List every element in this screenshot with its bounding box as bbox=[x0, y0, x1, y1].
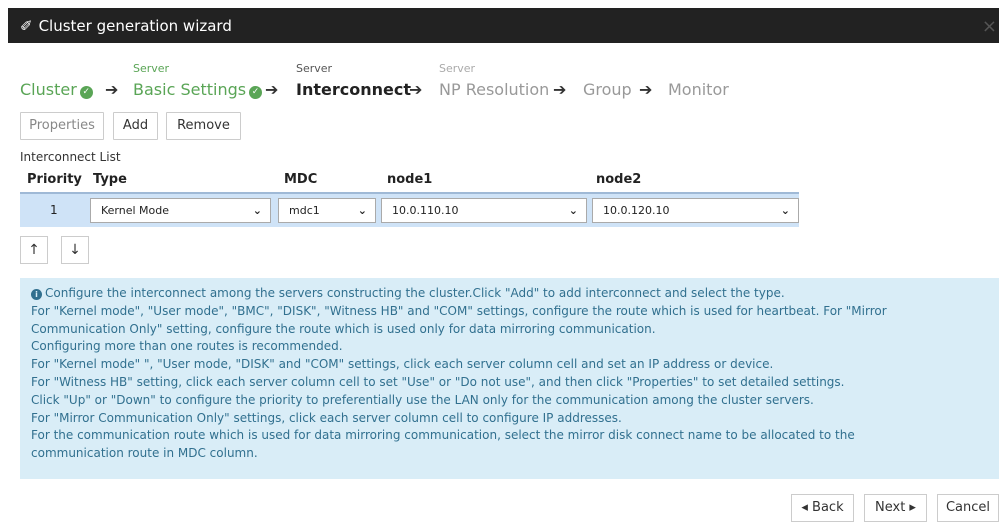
step-sup: Server bbox=[296, 62, 333, 75]
move-down-button[interactable]: ↓ bbox=[61, 236, 89, 264]
arrow-right-icon: ➔ bbox=[105, 80, 119, 99]
properties-button[interactable]: Properties bbox=[20, 112, 104, 140]
info-icon: i bbox=[31, 289, 42, 300]
remove-button[interactable]: Remove bbox=[166, 112, 241, 140]
step-sup: Server bbox=[133, 62, 170, 75]
info-line: For "Kernel mode", "User mode", "BMC", "… bbox=[31, 303, 887, 318]
arrow-right-icon: ➔ bbox=[265, 80, 279, 99]
node1-select[interactable]: 10.0.110.10 ⌄ bbox=[381, 198, 587, 223]
info-box: i Configure the interconnect among the se… bbox=[20, 278, 999, 479]
step-sup: Server bbox=[439, 62, 476, 75]
mdc-select[interactable]: mdc1 ⌄ bbox=[278, 198, 376, 223]
cancel-button[interactable]: Cancel bbox=[937, 494, 999, 522]
info-line: Click "Up" or "Down" to configure the pr… bbox=[31, 392, 814, 407]
chevron-down-icon: ⌄ bbox=[780, 204, 790, 217]
info-line: For "Witness HB" setting, click each ser… bbox=[31, 374, 845, 389]
table-header: Priority Type MDC node1 node2 bbox=[20, 172, 799, 194]
col-mdc: MDC bbox=[284, 172, 318, 187]
step-label: Interconnect bbox=[296, 80, 411, 99]
node1-value: 10.0.110.10 bbox=[392, 204, 459, 217]
step-label: Monitor bbox=[668, 80, 729, 99]
step-label: Cluster bbox=[20, 80, 77, 99]
info-line: For "Mirror Communication Only" settings… bbox=[31, 410, 622, 425]
back-button[interactable]: ◂ Back bbox=[791, 494, 854, 522]
col-node2: node2 bbox=[596, 172, 642, 187]
info-line: For the communication route which is use… bbox=[31, 428, 855, 443]
info-line: Communication Only" setting, configure t… bbox=[31, 321, 656, 336]
arrow-right-icon: ➔ bbox=[639, 80, 653, 99]
info-line: communication route in MDC column. bbox=[31, 446, 258, 461]
next-button[interactable]: Next ▸ bbox=[864, 494, 927, 522]
node2-select[interactable]: 10.0.120.10 ⌄ bbox=[592, 198, 799, 223]
type-value: Kernel Mode bbox=[101, 204, 170, 217]
check-icon: ✓ bbox=[249, 86, 263, 99]
chevron-down-icon: ⌄ bbox=[252, 204, 262, 217]
interconnect-list-label: Interconnect List bbox=[20, 150, 121, 164]
arrow-down-icon: ↓ bbox=[69, 242, 81, 258]
step-label: Basic Settings bbox=[133, 80, 247, 99]
col-node1: node1 bbox=[387, 172, 433, 187]
info-line: For "Kernel mode" ", "User mode, "DISK" … bbox=[31, 357, 774, 372]
step-label: Group bbox=[583, 80, 632, 99]
chevron-down-icon: ⌄ bbox=[568, 204, 578, 217]
window-title: Cluster generation wizard bbox=[38, 16, 232, 35]
close-icon[interactable]: × bbox=[982, 16, 997, 37]
arrow-right-icon: ➔ bbox=[409, 80, 423, 99]
step-label: NP Resolution bbox=[439, 80, 550, 99]
priority-cell: 1 bbox=[50, 203, 58, 217]
mdc-value: mdc1 bbox=[289, 204, 320, 217]
col-priority: Priority bbox=[27, 172, 82, 187]
check-icon: ✓ bbox=[79, 86, 93, 99]
info-line: Configuring more than one routes is reco… bbox=[31, 339, 343, 354]
magic-wand-icon: ✐ bbox=[20, 16, 33, 35]
arrow-up-icon: ↑ bbox=[28, 242, 40, 258]
arrow-right-icon: ➔ bbox=[553, 80, 567, 99]
col-type: Type bbox=[93, 172, 127, 187]
type-select[interactable]: Kernel Mode ⌄ bbox=[90, 198, 271, 223]
table-row[interactable]: 1 Kernel Mode ⌄ mdc1 ⌄ 10.0.110.10 ⌄ 10.… bbox=[20, 194, 799, 227]
move-up-button[interactable]: ↑ bbox=[20, 236, 48, 264]
title-bar: ✐ Cluster generation wizard × bbox=[8, 8, 999, 43]
add-button[interactable]: Add bbox=[113, 112, 158, 140]
node2-value: 10.0.120.10 bbox=[603, 204, 670, 217]
info-line: Configure the interconnect among the ser… bbox=[45, 286, 785, 300]
chevron-down-icon: ⌄ bbox=[357, 204, 367, 217]
